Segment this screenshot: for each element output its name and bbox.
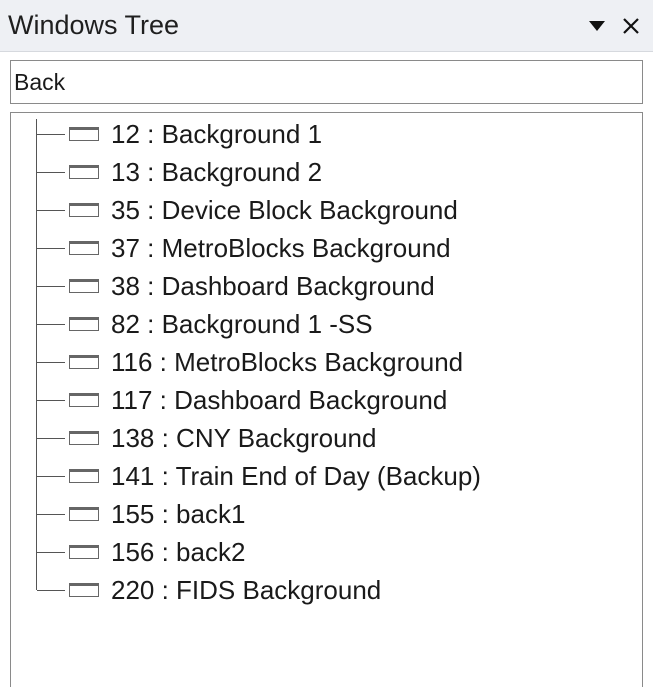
tree-item-label: 82 : Background 1 -SS — [111, 309, 373, 339]
tree-item[interactable]: 37 : MetroBlocks Background — [11, 229, 631, 267]
tree-item-label: 38 : Dashboard Background — [111, 271, 435, 301]
tree-item-label: 117 : Dashboard Background — [111, 385, 448, 415]
tree-item[interactable]: 156 : back2 — [11, 533, 631, 571]
window-icon — [69, 317, 99, 331]
tree-item-label: 37 : MetroBlocks Background — [111, 233, 451, 263]
window-icon — [69, 431, 99, 445]
window-icon — [69, 393, 99, 407]
tree-connector — [37, 476, 65, 477]
window-icon — [69, 469, 99, 483]
tree-connector — [37, 514, 65, 515]
tree-item[interactable]: 38 : Dashboard Background — [11, 267, 631, 305]
tree-connector — [37, 362, 65, 363]
tree-connector — [37, 286, 65, 287]
tree-connector — [37, 210, 65, 211]
tree-item-label: 220 : FIDS Background — [111, 575, 382, 605]
window-icon — [69, 203, 99, 217]
tree-item-label: 141 : Train End of Day (Backup) — [111, 461, 481, 491]
panel-titlebar: Windows Tree — [0, 0, 653, 52]
panel-menu-button[interactable] — [582, 10, 612, 42]
tree-connector — [37, 400, 65, 401]
tree-connector — [37, 438, 65, 439]
tree-item[interactable]: 155 : back1 — [11, 495, 631, 533]
tree-connector — [37, 134, 65, 135]
window-icon — [69, 545, 99, 559]
window-icon — [69, 507, 99, 521]
tree-item[interactable]: 117 : Dashboard Background — [11, 381, 631, 419]
triangle-down-icon — [589, 21, 605, 31]
tree-item[interactable]: 141 : Train End of Day (Backup) — [11, 457, 631, 495]
panel-title: Windows Tree — [8, 10, 180, 40]
tree-item[interactable]: 35 : Device Block Background — [11, 191, 631, 229]
tree-connector — [37, 552, 65, 553]
tree-item-label: 35 : Device Block Background — [111, 195, 458, 225]
windows-tree: 12 : Background 1 13 : Background 2 35 : D… — [10, 112, 643, 687]
window-icon — [69, 165, 99, 179]
tree-item[interactable]: 82 : Background 1 -SS — [11, 305, 631, 343]
tree-item[interactable]: 13 : Background 2 — [11, 153, 631, 191]
tree-connector — [37, 248, 65, 249]
tree-item[interactable]: 220 : FIDS Background — [11, 571, 631, 609]
window-icon — [69, 279, 99, 293]
panel-close-button[interactable] — [616, 10, 646, 42]
window-icon — [69, 355, 99, 369]
tree-item[interactable]: 116 : MetroBlocks Background — [11, 343, 631, 381]
search-box — [10, 60, 643, 104]
tree-connector — [37, 324, 65, 325]
windows-tree-panel: Windows Tree 12 : Background 1 13 : Backg… — [0, 0, 653, 687]
tree-list: 12 : Background 1 13 : Background 2 35 : D… — [11, 115, 631, 609]
tree-item-label: 12 : Background 1 — [111, 119, 323, 149]
tree-connector — [37, 590, 65, 591]
tree-item[interactable]: 12 : Background 1 — [11, 115, 631, 153]
tree-connector — [37, 172, 65, 173]
tree-item-label: 138 : CNY Background — [111, 423, 377, 453]
tree-item-label: 13 : Background 2 — [111, 157, 323, 187]
window-icon — [69, 241, 99, 255]
tree-item-label: 116 : MetroBlocks Background — [111, 347, 464, 377]
window-icon — [69, 583, 99, 597]
window-icon — [69, 127, 99, 141]
search-input[interactable] — [11, 61, 642, 103]
tree-item-label: 155 : back1 — [111, 499, 246, 529]
close-icon — [623, 18, 639, 34]
tree-item-label: 156 : back2 — [111, 537, 246, 567]
tree-item[interactable]: 138 : CNY Background — [11, 419, 631, 457]
